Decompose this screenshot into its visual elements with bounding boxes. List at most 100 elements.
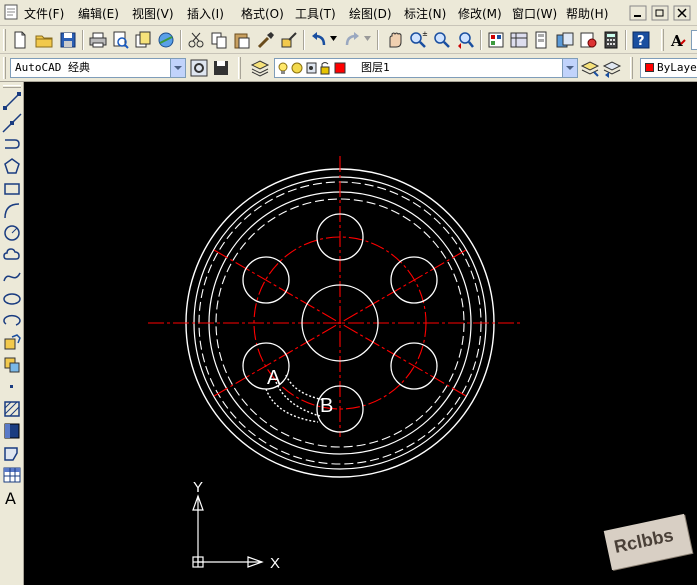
- multiline-text-icon[interactable]: A: [2, 487, 22, 507]
- point-icon[interactable]: [2, 377, 22, 397]
- print-icon[interactable]: [88, 30, 108, 50]
- region-icon[interactable]: [2, 443, 22, 463]
- save-icon[interactable]: [58, 30, 78, 50]
- undo-icon[interactable]: [309, 30, 329, 50]
- zoom-previous-icon[interactable]: [456, 30, 476, 50]
- tool-palettes-icon[interactable]: [532, 30, 552, 50]
- layer-previous-icon[interactable]: [602, 58, 622, 78]
- drawing-canvas[interactable]: A B Y X Rclbbs: [24, 82, 697, 585]
- layer-color-swatch: [334, 62, 346, 74]
- layer-select[interactable]: 图层1: [274, 58, 578, 78]
- menu-format[interactable]: 格式(O): [241, 5, 284, 22]
- toolbar-separator: [82, 30, 84, 50]
- redo-icon[interactable]: [342, 30, 362, 50]
- menu-window[interactable]: 窗口(W): [512, 5, 557, 22]
- save-workspace-icon[interactable]: [211, 58, 231, 78]
- point-b-label: B: [320, 395, 333, 417]
- menu-edit[interactable]: 编辑(E): [78, 5, 119, 22]
- gradient-icon[interactable]: [2, 421, 22, 441]
- chevron-down-icon[interactable]: [562, 59, 577, 77]
- toolbar-separator: [480, 30, 482, 50]
- text-style-combo[interactable]: [691, 30, 697, 50]
- print-preview-icon[interactable]: [110, 30, 130, 50]
- zoom-realtime-icon[interactable]: ±: [408, 30, 428, 50]
- layer-name: 图层1: [361, 61, 390, 74]
- 3d-dwf-icon[interactable]: [156, 30, 176, 50]
- arc-icon[interactable]: [2, 201, 22, 221]
- spline-icon[interactable]: [2, 267, 22, 287]
- point-a-label: A: [267, 367, 281, 389]
- new-file-icon[interactable]: [10, 30, 30, 50]
- properties-icon[interactable]: [486, 30, 506, 50]
- ucs-x-label: X: [270, 555, 280, 572]
- construction-line-icon[interactable]: [2, 113, 22, 133]
- menu-insert[interactable]: 插入(I): [187, 5, 224, 22]
- paste-icon[interactable]: [232, 30, 252, 50]
- toolbar-grip[interactable]: [661, 29, 664, 51]
- linetype-value: ByLaye: [657, 61, 697, 74]
- insert-block-icon[interactable]: [2, 333, 22, 353]
- toolbar-separator: [303, 30, 305, 50]
- svg-text:?: ?: [637, 34, 645, 49]
- ellipse-arc-icon[interactable]: [2, 311, 22, 331]
- lightbulb-icon: [278, 62, 288, 74]
- layer-properties-icon[interactable]: [250, 58, 270, 78]
- match-properties-icon[interactable]: [256, 30, 276, 50]
- workspace-settings-icon[interactable]: [189, 58, 209, 78]
- menu-modify[interactable]: 修改(M): [458, 5, 502, 22]
- rectangle-icon[interactable]: [2, 179, 22, 199]
- make-current-layer-icon[interactable]: [580, 58, 600, 78]
- line-icon[interactable]: [2, 91, 22, 111]
- workspace-select[interactable]: AutoCAD 经典: [10, 58, 186, 78]
- polygon-icon[interactable]: [2, 157, 22, 177]
- cut-icon[interactable]: [186, 30, 206, 50]
- help-icon[interactable]: ?: [631, 30, 651, 50]
- menu-dimension[interactable]: 标注(N): [404, 5, 446, 22]
- chevron-down-icon[interactable]: [170, 59, 185, 77]
- open-folder-icon[interactable]: [34, 30, 54, 50]
- workspace-value: AutoCAD 经典: [15, 61, 90, 74]
- sheet-set-manager-icon[interactable]: [555, 30, 575, 50]
- toolbar-grip[interactable]: [3, 57, 6, 79]
- linetype-select[interactable]: ByLaye: [640, 58, 697, 78]
- selected-arc: [285, 374, 325, 401]
- block-editor-icon[interactable]: [279, 30, 299, 50]
- menu-view[interactable]: 视图(V): [132, 5, 174, 22]
- menu-tools[interactable]: 工具(T): [295, 5, 336, 22]
- svg-text:±: ±: [422, 30, 428, 38]
- toolbar-separator: [625, 30, 627, 50]
- markup-set-manager-icon[interactable]: [578, 30, 598, 50]
- layers-toolbar: AutoCAD 经典 图层1 ByLaye: [0, 54, 697, 82]
- menu-file[interactable]: 文件(F): [24, 5, 64, 22]
- toolbar-grip[interactable]: [3, 85, 21, 88]
- ucs-y-label: Y: [193, 479, 203, 496]
- redo-dropdown-icon[interactable]: [364, 36, 371, 42]
- pan-realtime-icon[interactable]: [384, 30, 404, 50]
- menu-bar: 文件(F) 编辑(E) 视图(V) 插入(I) 格式(O) 工具(T) 绘图(D…: [0, 0, 697, 26]
- ellipse-icon[interactable]: [2, 289, 22, 309]
- polyline-icon[interactable]: [2, 135, 22, 155]
- menu-help[interactable]: 帮助(H): [566, 5, 608, 22]
- menu-draw[interactable]: 绘图(D): [349, 5, 392, 22]
- toolbar-grip[interactable]: [238, 57, 241, 79]
- text-style-icon[interactable]: A: [668, 30, 688, 50]
- restore-icon: [651, 5, 669, 21]
- copy-icon[interactable]: [209, 30, 229, 50]
- circle-icon[interactable]: [2, 223, 22, 243]
- document-icon[interactable]: [2, 3, 20, 21]
- toolbar-separator: [180, 30, 182, 50]
- zoom-window-icon[interactable]: [432, 30, 452, 50]
- revision-cloud-icon[interactable]: [2, 245, 22, 265]
- minimize-icon: [629, 5, 647, 21]
- toolbar-grip[interactable]: [630, 57, 633, 79]
- calculator-icon[interactable]: [601, 30, 621, 50]
- hatch-icon[interactable]: [2, 399, 22, 419]
- toolbar-grip[interactable]: [3, 29, 6, 51]
- watermark-text: Rclbbs: [612, 524, 676, 557]
- window-controls: [629, 5, 691, 21]
- design-center-icon[interactable]: [509, 30, 529, 50]
- make-block-icon[interactable]: [2, 355, 22, 375]
- table-icon[interactable]: [2, 465, 22, 485]
- publish-icon[interactable]: [133, 30, 153, 50]
- undo-dropdown-icon[interactable]: [330, 36, 337, 42]
